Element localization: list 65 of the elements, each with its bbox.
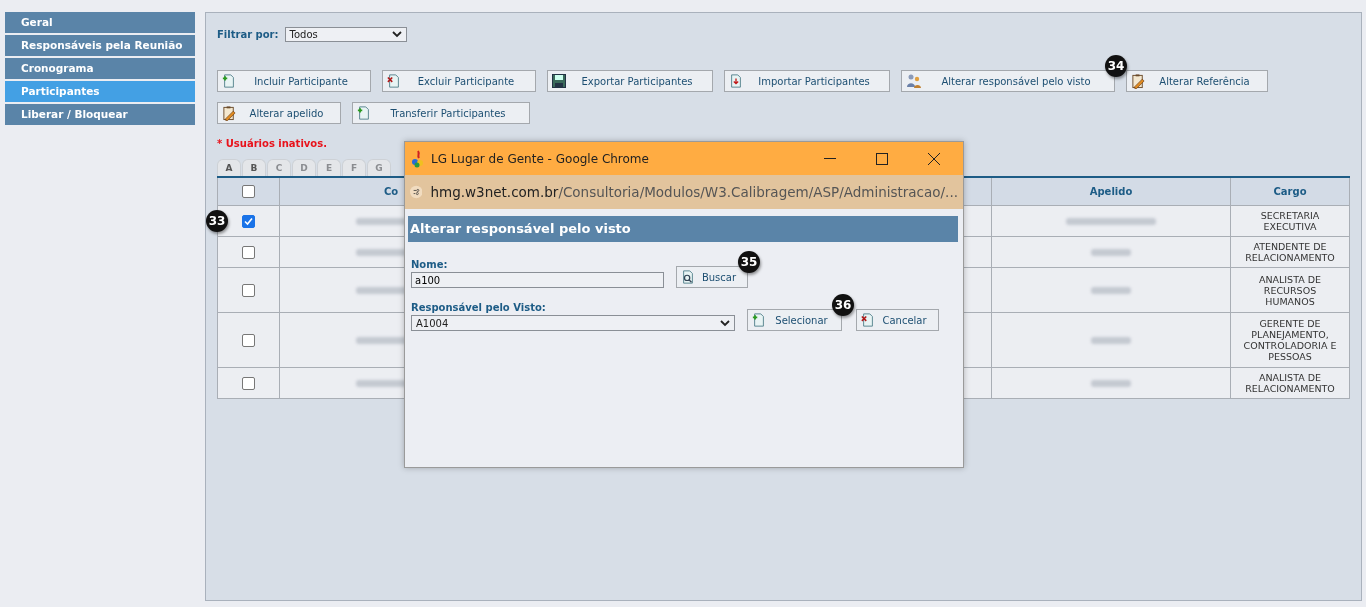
clipboard-pencil-icon [1131,73,1146,89]
column-header: Cargo [1273,186,1307,197]
letter-tab[interactable]: B [242,159,266,176]
step-number-badge: 35 [738,251,760,273]
add-document-icon [357,105,371,121]
close-icon [928,152,940,165]
add-document-icon [222,73,236,89]
filter-select[interactable]: Todos [284,27,407,42]
search-button[interactable]: Buscar [676,266,748,288]
delete-document-icon [387,73,401,89]
name-label: Nome: [411,259,449,270]
sidebar-item[interactable]: Liberar / Bloquear [5,104,195,125]
name-input[interactable]: a100 [411,272,664,288]
job-title-text: ATENDENTE DE RELACIONAMENTO [1245,241,1335,263]
add-document-icon [752,312,766,328]
responsible-label: Responsável pelo Visto: [411,302,547,313]
window-title: LG Lugar de Gente - Google Chrome [431,151,650,166]
toolbar-button[interactable]: Excluir Participante [382,70,536,92]
popup-heading: Alterar responsável pelo visto [408,216,958,242]
toolbar-button[interactable]: Exportar Participantes [547,70,713,92]
toolbar-button[interactable]: Alterar responsável pelo visto [901,70,1115,92]
row-checkbox[interactable] [242,333,255,347]
minimize-icon [824,157,836,160]
column-header: Co [383,186,399,197]
step-number-badge: 34 [1105,55,1127,77]
step-number-badge: 36 [832,294,854,316]
select-all-checkbox[interactable] [242,185,255,198]
column-header: Apelido [1089,186,1133,197]
toolbar-button[interactable]: Alterar Referência [1126,70,1268,92]
url-text: hmg.w3net.com.br/Consultoria/Modulos/W3.Calibragem/ASP/Administracao/... [430,184,958,200]
dialog-button[interactable]: Selecionar [747,309,842,331]
blurred-nickname [1091,336,1131,344]
sidebar-item[interactable]: Geral [5,12,195,33]
sidebar-item[interactable]: Responsáveis pela Reunião [5,35,195,56]
toolbar-button[interactable]: Importar Participantes [724,70,890,92]
filter-label: Filtrar por: [217,29,279,40]
toolbar-button[interactable]: Alterar apelido [217,102,341,124]
job-title-text: GERENTE DE PLANEJAMENTO, CONTROLADORIA E PESSOAS [1243,318,1337,362]
sidebar-item[interactable]: Cronograma [5,58,195,79]
app-logo-icon [411,149,425,168]
people-icon [906,73,922,89]
row-checkbox[interactable] [242,245,255,259]
responsible-select[interactable]: A1004 [411,315,735,331]
dialog-button[interactable]: Cancelar [856,309,939,331]
step-number-badge: 33 [206,210,228,232]
clipboard-pencil-icon [222,105,237,121]
chevron-down-icon [391,31,402,38]
row-checkbox[interactable] [242,214,255,228]
delete-document-icon [861,312,875,328]
maximize-icon [876,152,888,165]
letter-tab[interactable]: A [217,159,241,176]
toolbar-button[interactable]: Transferir Participantes [352,102,530,124]
blurred-nickname [1091,379,1131,387]
row-checkbox[interactable] [242,283,255,297]
job-title-text: ANALISTA DE RECURSOS HUMANOS [1258,273,1322,307]
row-checkbox[interactable] [242,376,255,390]
toolbar-button[interactable]: Incluir Participante [217,70,371,92]
job-title-text: SECRETARIA EXECUTIVA [1260,210,1320,232]
import-document-icon [729,73,743,89]
search-document-icon [681,269,695,285]
inactive-users-note: * Usuários inativos. [217,138,328,149]
blurred-nickname [1091,286,1131,294]
blurred-nickname [1091,248,1131,256]
job-title-text: ANALISTA DE RELACIONAMENTO [1245,372,1335,394]
chevron-down-icon [720,319,730,327]
